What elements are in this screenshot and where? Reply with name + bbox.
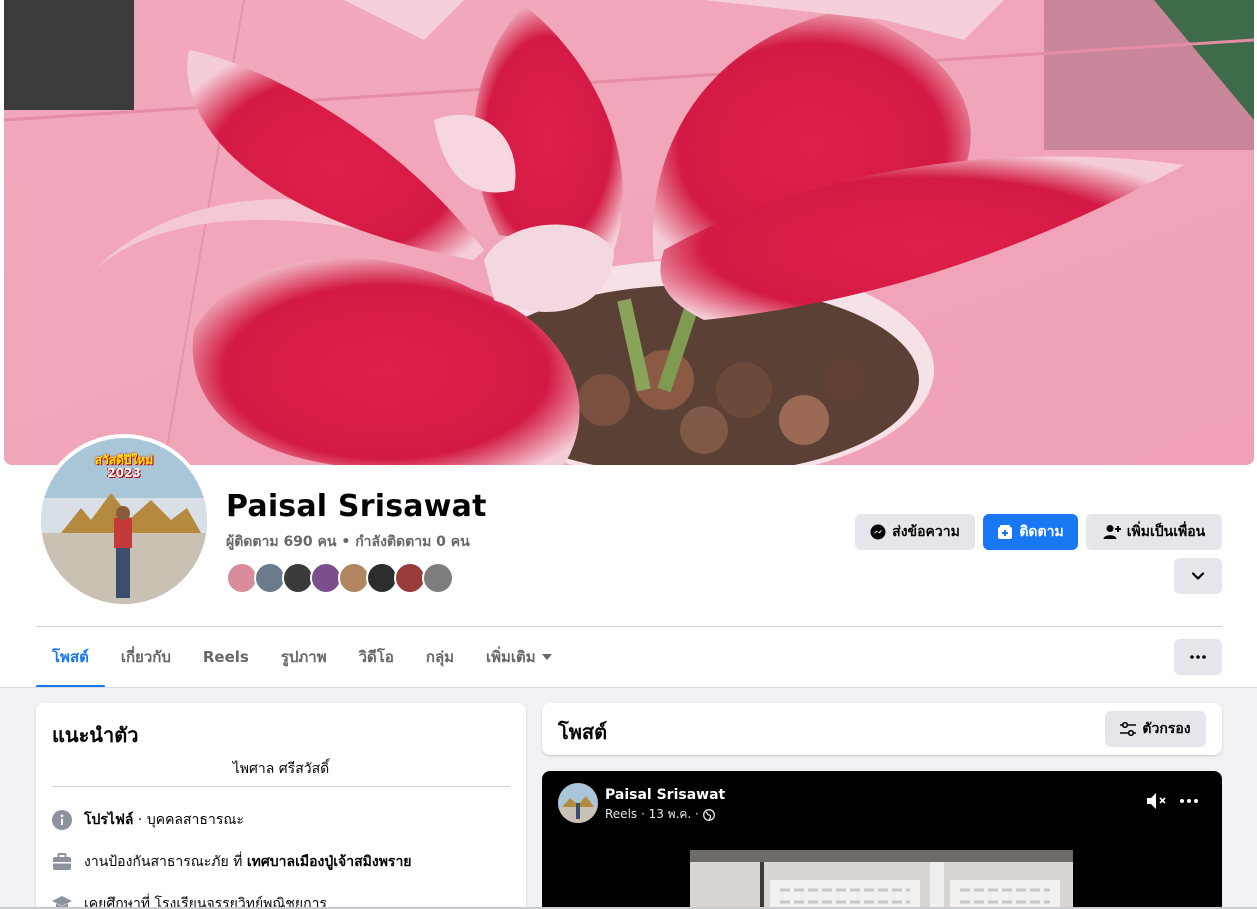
posts-title: โพสต์: [558, 720, 608, 744]
intro-title: แนะนำตัว: [52, 723, 139, 747]
cover-image: [4, 0, 1254, 465]
profile-name: Paisal Srisawat: [226, 489, 487, 524]
reel-author-name[interactable]: Paisal Srisawat: [605, 787, 725, 803]
posts-header: โพสต์ ตัวกรอง: [542, 703, 1222, 755]
tab-label: เกี่ยวกับ: [120, 648, 171, 666]
tab-label: เพิ่มเติม: [486, 648, 536, 666]
tab-reels[interactable]: Reels: [187, 627, 265, 687]
tab-label: วิดีโอ: [358, 648, 394, 666]
filter-label: ตัวกรอง: [1142, 721, 1191, 737]
tab-about[interactable]: เกี่ยวกับ: [105, 627, 187, 687]
intro-bio: ไพศาล ศรีสวัสดิ์: [232, 761, 330, 777]
tab-more[interactable]: เพิ่มเติม: [470, 627, 568, 687]
work-prefix: งานป้องกันสาธารณะภัย ที่: [84, 854, 247, 870]
send-message-button[interactable]: ส่งข้อความ: [855, 514, 975, 550]
follow-icon: [998, 525, 1013, 539]
tab-videos[interactable]: วิดีโอ: [343, 627, 410, 687]
mute-icon: [1147, 793, 1166, 809]
tab-label: รูปภาพ: [280, 648, 327, 666]
caret-down-icon: [541, 654, 552, 660]
add-friend-label: เพิ่มเป็นเพื่อน: [1126, 524, 1206, 540]
messenger-icon: [870, 524, 886, 540]
profile-label: โปรไฟล์: [84, 812, 134, 828]
followers-count[interactable]: ผู้ติดตาม 690 คน: [226, 534, 336, 550]
follow-button[interactable]: ติดตาม: [983, 514, 1078, 550]
add-friend-button[interactable]: เพิ่มเป็นเพื่อน: [1086, 514, 1222, 550]
reel-author-avatar[interactable]: [558, 783, 598, 823]
tab-label: กลุ่ม: [425, 648, 455, 666]
profile-header: สวัสดีปีใหม่ 2023 Paisal Srisawat ผู้ติด…: [0, 0, 1257, 688]
header-bottom-border: [0, 687, 1257, 688]
follow-label: ติดตาม: [1019, 524, 1064, 540]
tab-label: Reels: [202, 648, 249, 666]
work-place-link[interactable]: เทศบาลเมืองปู่เจ้าสมิงพราย: [247, 854, 412, 870]
avatar-year-text: 2023: [107, 466, 141, 480]
intro-profile-row: โปรไฟล์ · บุคคลสาธารณะ: [52, 809, 244, 831]
reel-more-button[interactable]: [1178, 791, 1200, 811]
more-icon: [1190, 655, 1206, 659]
mute-button[interactable]: [1146, 791, 1168, 811]
profile-tabs: โพสต์ เกี่ยวกับ Reels รูปภาพ วิดีโอ กลุ่…: [36, 627, 568, 688]
stats-separator: •: [341, 534, 351, 550]
tab-label: โพสต์: [52, 648, 89, 666]
tab-posts[interactable]: โพสต์: [36, 627, 105, 688]
add-friend-icon: [1103, 525, 1121, 539]
follower-stats: ผู้ติดตาม 690 คน • กำลังติดตาม 0 คน: [226, 531, 470, 553]
reel-meta-text[interactable]: Reels · 13 พ.ค. ·: [605, 805, 699, 824]
profile-type: · บุคคลสาธารณะ: [133, 812, 244, 828]
intro-work-row: งานป้องกันสาธารณะภัย ที่ เทศบาลเมืองปู่เ…: [52, 851, 412, 873]
intro-divider: [52, 786, 510, 787]
profile-options-button[interactable]: [1174, 639, 1222, 675]
tab-photos[interactable]: รูปภาพ: [265, 627, 343, 687]
globe-icon: [702, 808, 715, 821]
follower-avatars: [226, 562, 454, 594]
reel-video[interactable]: [690, 850, 1073, 909]
reel-meta: Reels · 13 พ.ค. ·: [605, 805, 715, 824]
tab-groups[interactable]: กลุ่ม: [410, 627, 470, 687]
chevron-down-icon: [1191, 572, 1205, 580]
following-count[interactable]: กำลังติดตาม 0 คน: [355, 534, 470, 550]
cover-photo[interactable]: [4, 0, 1254, 465]
send-message-label: ส่งข้อความ: [892, 524, 960, 540]
intro-card: แนะนำตัว ไพศาล ศรีสวัสดิ์ โปรไฟล์ · บุคค…: [36, 703, 526, 909]
profile-avatar[interactable]: สวัสดีปีใหม่ 2023: [37, 434, 211, 608]
more-actions-button[interactable]: [1174, 558, 1222, 594]
more-icon: [1180, 799, 1198, 803]
reel-post[interactable]: Paisal Srisawat Reels · 13 พ.ค. ·: [542, 771, 1222, 909]
follower-avatar[interactable]: [422, 562, 454, 594]
filter-button[interactable]: ตัวกรอง: [1105, 711, 1206, 747]
briefcase-icon: [53, 853, 71, 870]
info-icon: [52, 810, 72, 830]
avatar-image: สวัสดีปีใหม่ 2023: [41, 438, 207, 604]
filter-icon: [1120, 722, 1137, 736]
